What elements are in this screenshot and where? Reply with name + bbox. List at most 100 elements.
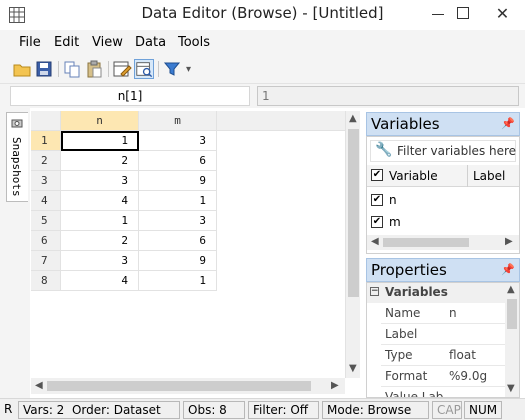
scroll-left-icon[interactable]: ◀ [35,380,43,391]
grid-cell-n[interactable]: 3 [61,171,139,191]
property-key: Format [385,369,428,383]
grid-vertical-scrollbar[interactable]: ▲ ▼ [345,111,360,378]
variables-panel-header: Variables 📌 [366,112,520,136]
status-mode: Mode: Browse [322,401,429,419]
browse-mode-icon[interactable] [134,59,154,79]
property-row-type[interactable]: Type float [381,345,505,366]
status-filter: Filter: Off [248,401,319,419]
variable-name-box: n[1] [10,86,250,106]
row-header[interactable]: 5 [31,211,61,231]
row-header[interactable]: 1 [31,131,61,151]
value-edit-field[interactable]: 1 [257,86,519,106]
property-row-label[interactable]: Label [381,324,505,345]
menu-view[interactable]: View [92,35,123,50]
snapshots-label: Snapshots [10,137,23,197]
grid-cell-m[interactable]: 3 [139,131,217,151]
title-bar: Data Editor (Browse) - [Untitled] ✕ [0,0,525,30]
camera-icon [11,119,23,128]
grid-cell-m[interactable]: 6 [139,231,217,251]
row-header[interactable]: 7 [31,251,61,271]
variable-name: m [389,215,401,229]
pin-icon[interactable]: 📌 [501,259,515,281]
menu-edit[interactable]: Edit [54,35,79,50]
grid-cell-m[interactable]: 1 [139,191,217,211]
menu-tools[interactable]: Tools [178,35,210,50]
column-divider [467,165,468,187]
grid-cell-m[interactable]: 3 [139,211,217,231]
property-row-value-label[interactable]: Value Lab [381,387,505,397]
row-header[interactable]: 8 [31,271,61,291]
grid-cell-n[interactable]: 2 [61,151,139,171]
grid-vertical-scroll-thumb[interactable] [348,129,359,297]
grid-corner[interactable] [31,111,61,131]
row-header[interactable]: 2 [31,151,61,171]
variable-checkbox[interactable]: ✔ [371,216,383,228]
grid-cell-n[interactable]: 3 [61,251,139,271]
status-vars-order: Vars: 2 Order: Dataset [18,401,180,419]
properties-panel-title: Properties [371,261,447,279]
snapshots-tab[interactable]: Snapshots [6,112,28,202]
property-value: float [449,348,476,362]
copy-icon[interactable] [62,59,82,79]
scroll-up-icon[interactable]: ▲ [349,113,357,124]
variable-row-n[interactable]: ✔ n [367,189,519,211]
column-header-m[interactable]: m [139,111,217,131]
filter-icon[interactable] [162,59,182,79]
properties-section-header[interactable]: − Variables [367,283,505,303]
open-icon[interactable] [12,59,32,79]
label-column-label[interactable]: Label [473,169,505,183]
maximize-icon[interactable] [457,7,469,19]
property-row-name[interactable]: Name n [381,303,505,324]
grid-cell-m[interactable]: 6 [139,151,217,171]
variables-column-header: ✔ Variable Label [367,165,519,187]
select-all-checkbox[interactable]: ✔ [371,169,383,181]
grid-cell-m[interactable]: 1 [139,271,217,291]
window-title: Data Editor (Browse) - [Untitled] [141,4,384,22]
grid-cell-m[interactable]: 9 [139,251,217,271]
collapse-icon[interactable]: − [370,287,379,296]
variables-horizontal-scrollbar[interactable]: ◀ ▶ [367,235,519,250]
variables-panel-title: Variables [371,115,440,133]
grid-horizontal-scroll-thumb[interactable] [47,381,311,391]
save-icon[interactable] [34,59,54,79]
toolbar-separator [58,61,59,77]
properties-scroll-thumb[interactable] [507,299,517,329]
scroll-right-icon[interactable]: ▶ [505,236,513,247]
paste-icon[interactable] [84,59,104,79]
variable-column-label[interactable]: Variable [389,169,438,183]
grid-cell-n[interactable]: 1 [61,131,139,151]
scroll-left-icon[interactable]: ◀ [371,236,379,247]
column-header-n[interactable]: n [61,111,139,131]
edit-mode-icon[interactable] [112,59,132,79]
row-header[interactable]: 6 [31,231,61,251]
properties-vertical-scrollbar[interactable]: ▲ ▼ [505,283,519,397]
scroll-up-icon[interactable]: ▲ [507,284,515,295]
scroll-down-icon[interactable]: ▼ [349,363,357,374]
menu-file[interactable]: File [19,35,41,50]
status-obs: Obs: 8 [183,401,245,419]
grid-cell-n[interactable]: 2 [61,231,139,251]
grid-cell-n[interactable]: 4 [61,191,139,211]
variable-name: n [389,193,397,207]
variables-scroll-thumb[interactable] [383,238,469,247]
scroll-down-icon[interactable]: ▼ [507,383,515,394]
grid-horizontal-scrollbar[interactable]: ◀ ▶ [31,378,345,394]
menu-data[interactable]: Data [135,35,166,50]
row-header[interactable]: 3 [31,171,61,191]
properties-section-title: Variables [385,285,448,299]
variable-filter[interactable]: 🔧 Filter variables here [370,140,516,162]
pin-icon[interactable]: 📌 [501,113,515,135]
close-icon[interactable]: ✕ [480,0,525,30]
property-row-format[interactable]: Format %9.0g [381,366,505,387]
variable-checkbox[interactable]: ✔ [371,194,383,206]
row-header[interactable]: 4 [31,191,61,211]
column-header-empty [217,111,345,131]
grid-cell-n[interactable]: 1 [61,211,139,231]
minimize-icon[interactable] [432,14,444,15]
scroll-right-icon[interactable]: ▶ [331,380,339,391]
variable-row-m[interactable]: ✔ m [367,211,519,233]
grid-cell-n[interactable]: 4 [61,271,139,291]
filter-dropdown-icon[interactable]: ▾ [186,64,191,75]
grid-cell-m[interactable]: 9 [139,171,217,191]
property-key: Type [385,348,413,362]
